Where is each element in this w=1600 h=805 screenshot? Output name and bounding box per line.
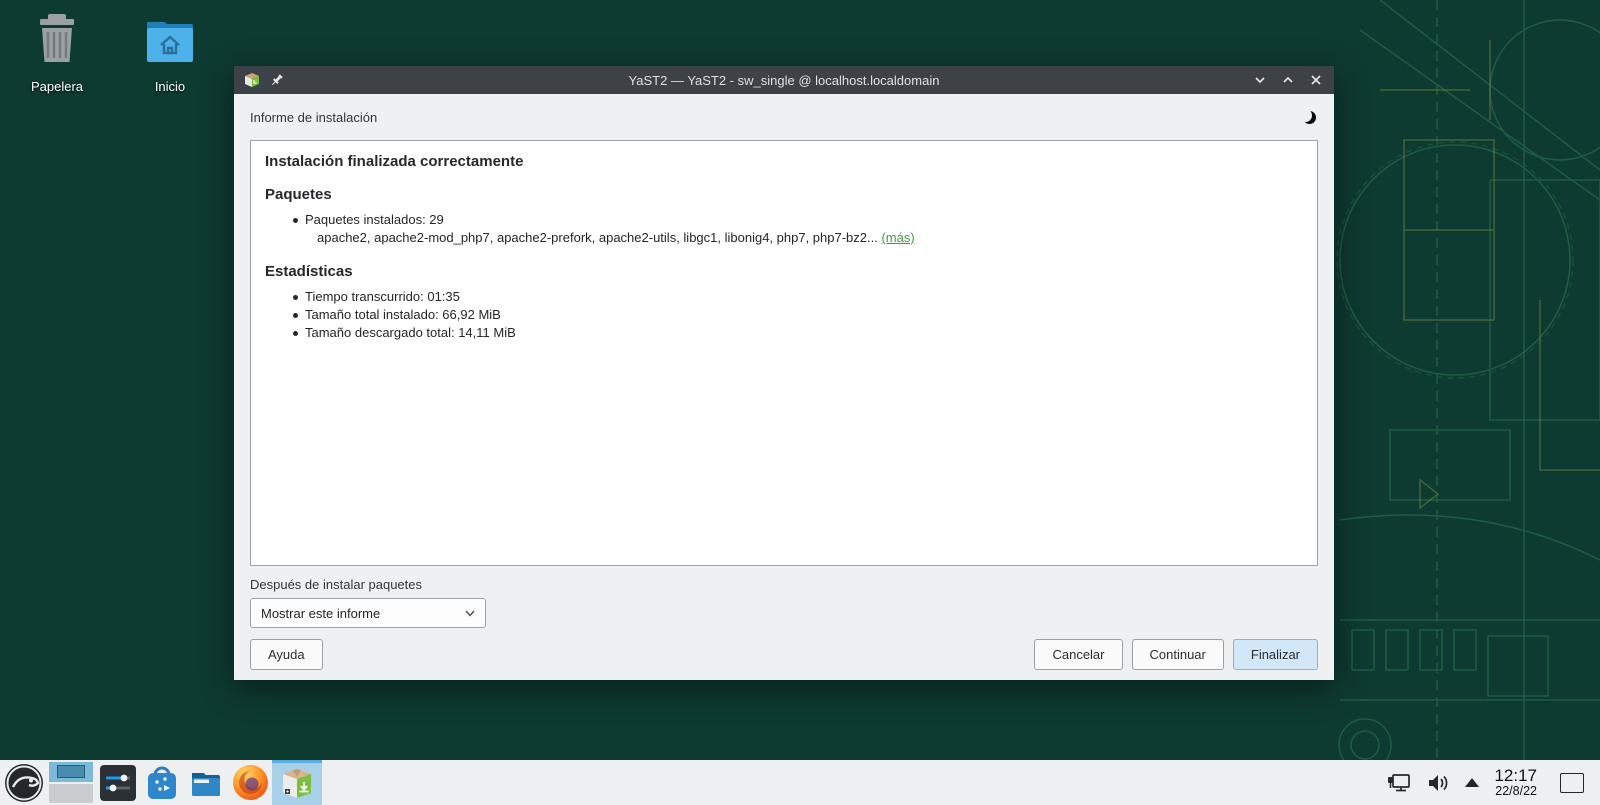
help-button[interactable]: Ayuda [250, 639, 323, 670]
home-folder-icon [147, 22, 193, 62]
list-item: Paquetes instalados: 29 apache2, apache2… [293, 211, 1303, 247]
yast-package-icon [245, 73, 259, 87]
pager-desktop-1-active[interactable] [49, 762, 93, 782]
desktop-icon-home[interactable]: Inicio [127, 10, 213, 94]
list-item: Tamaño total instalado: 66,92 MiB [293, 306, 1303, 324]
close-button[interactable] [1308, 72, 1324, 88]
packages-list: Paquetes instalados: 29 apache2, apache2… [293, 211, 1303, 247]
pager-widget[interactable] [49, 762, 93, 803]
installation-report: Instalación finalizada correctamente Paq… [250, 140, 1318, 566]
digital-clock[interactable]: 12:17 22/8/22 [1494, 767, 1537, 798]
system-settings-launcher[interactable] [96, 760, 140, 805]
color-mode-moon-icon[interactable] [1299, 109, 1312, 122]
list-item: Tiempo transcurrido: 01:35 [293, 288, 1303, 306]
report-title: Instalación finalizada correctamente [265, 153, 524, 170]
window-titlebar[interactable]: YaST2 — YaST2 - sw_single @ localhost.lo… [234, 66, 1334, 94]
clock-time: 12:17 [1494, 766, 1537, 786]
tray-expander-caret-icon[interactable] [1465, 778, 1480, 787]
window-title: YaST2 — YaST2 - sw_single @ localhost.lo… [628, 72, 940, 88]
opensuse-logo-icon [5, 763, 43, 802]
settings-sliders-icon [100, 764, 136, 801]
desktop-icon-label: Inicio [154, 79, 186, 94]
maximize-button[interactable] [1280, 72, 1296, 88]
system-tray: 12:17 22/8/22 [1387, 767, 1600, 798]
volume-icon[interactable] [1426, 772, 1450, 794]
chevron-down-icon [1255, 77, 1265, 84]
statistics-heading: Estadísticas [265, 263, 353, 280]
package-names-line: apache2, apache2-mod_php7, apache2-prefo… [317, 230, 915, 245]
firefox-icon [232, 765, 268, 800]
finish-button[interactable]: Finalizar [1232, 639, 1318, 670]
network-icon[interactable] [1387, 772, 1411, 794]
packages-heading: Paquetes [265, 186, 332, 203]
firefox-launcher[interactable] [228, 760, 272, 805]
yast2-window: YaST2 — YaST2 - sw_single @ localhost.lo… [234, 66, 1334, 680]
folder-icon [192, 772, 220, 796]
file-manager-launcher[interactable] [184, 760, 228, 805]
cancel-button[interactable]: Cancelar [1034, 639, 1123, 670]
application-launcher-button[interactable] [2, 760, 46, 805]
after-install-label: Después de instalar paquetes [250, 577, 423, 592]
pin-icon[interactable] [270, 73, 284, 87]
trash-icon [40, 14, 74, 62]
list-item: Tamaño descargado total: 14,11 MiB [293, 324, 1303, 342]
pager-desktop-2[interactable] [49, 783, 93, 803]
continue-button[interactable]: Continuar [1131, 639, 1224, 670]
report-action-dropdown[interactable]: Mostrar este informe [250, 598, 486, 628]
discover-launcher[interactable] [140, 760, 184, 805]
desktop-icon-trash[interactable]: Papelera [14, 10, 100, 94]
more-link[interactable]: (más) [881, 230, 914, 245]
close-icon [1311, 75, 1321, 85]
chevron-down-icon [465, 610, 475, 617]
clock-date: 22/8/22 [1495, 783, 1537, 798]
dialog-body: Informe de instalación Instalación final… [234, 94, 1334, 680]
chevron-up-icon [1283, 76, 1293, 83]
discover-bag-icon [148, 766, 176, 799]
taskbar: 12:17 22/8/22 [0, 760, 1600, 805]
dropdown-value: Mostrar este informe [261, 605, 381, 621]
dialog-heading: Informe de instalación [250, 109, 378, 125]
minimize-button[interactable] [1252, 72, 1268, 88]
taskbar-task-yast[interactable] [272, 760, 322, 805]
yast-package-icon [283, 768, 311, 798]
desktop-icon-label: Papelera [30, 79, 84, 94]
show-desktop-button[interactable] [1560, 772, 1584, 793]
statistics-list: Tiempo transcurrido: 01:35 Tamaño total … [293, 288, 1303, 342]
virtual-desktop-pager[interactable] [46, 760, 96, 805]
